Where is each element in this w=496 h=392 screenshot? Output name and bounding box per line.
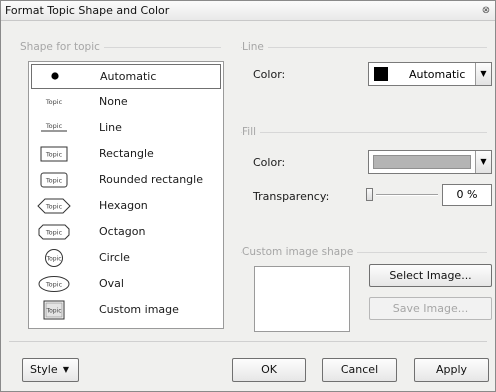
transparency-slider-track[interactable] bbox=[376, 194, 438, 196]
topic-hexagon-icon: Topic bbox=[35, 196, 73, 216]
shape-item-hexagon[interactable]: Topic Hexagon bbox=[31, 194, 221, 219]
shape-label: None bbox=[99, 95, 128, 108]
bullet-dot-icon bbox=[36, 67, 74, 87]
chevron-down-icon[interactable]: ▼ bbox=[475, 63, 491, 85]
fill-color-swatch bbox=[373, 155, 471, 169]
ok-button[interactable]: OK bbox=[232, 358, 306, 382]
shape-item-circle[interactable]: Topic Circle bbox=[31, 246, 221, 271]
svg-text:Topic: Topic bbox=[45, 98, 63, 106]
select-image-button[interactable]: Select Image... bbox=[369, 264, 492, 287]
svg-text:Topic: Topic bbox=[45, 256, 61, 263]
shape-label: Custom image bbox=[99, 303, 179, 316]
topic-underline-icon: Topic bbox=[35, 118, 73, 138]
shape-item-automatic[interactable]: Automatic bbox=[31, 64, 221, 89]
shape-item-line[interactable]: Topic Line bbox=[31, 116, 221, 141]
close-icon[interactable]: ⊗ bbox=[479, 3, 493, 18]
cancel-button[interactable]: Cancel bbox=[322, 358, 397, 382]
svg-text:Topic: Topic bbox=[45, 281, 63, 289]
topic-custom-image-icon: Topic bbox=[35, 300, 73, 320]
shape-label: Rectangle bbox=[99, 147, 154, 160]
fill-color-label: Color: bbox=[253, 156, 286, 169]
chevron-down-icon[interactable]: ▼ bbox=[475, 151, 491, 173]
format-topic-dialog: Format Topic Shape and Color ⊗ Shape for… bbox=[0, 0, 496, 392]
shape-item-rounded-rectangle[interactable]: Topic Rounded rectangle bbox=[31, 168, 221, 193]
shape-label: Line bbox=[99, 121, 122, 134]
title-bar: Format Topic Shape and Color ⊗ bbox=[1, 1, 495, 21]
topic-octagon-icon: Topic bbox=[35, 222, 73, 242]
svg-text:Topic: Topic bbox=[45, 177, 63, 185]
line-color-label: Color: bbox=[253, 68, 286, 81]
topic-circle-icon: Topic bbox=[35, 248, 73, 268]
transparency-label: Transparency: bbox=[253, 190, 330, 203]
style-button[interactable]: Style ▼ bbox=[22, 358, 79, 382]
line-group-divider bbox=[241, 47, 487, 48]
shape-group-label: Shape for topic bbox=[20, 41, 104, 53]
shape-item-none[interactable]: Topic None bbox=[31, 90, 221, 115]
footer-separator bbox=[9, 341, 487, 342]
shape-label: Automatic bbox=[100, 70, 157, 83]
shape-label: Circle bbox=[99, 251, 130, 264]
style-button-label: Style bbox=[30, 363, 58, 376]
transparency-input[interactable]: 0 % bbox=[442, 184, 492, 206]
shape-item-oval[interactable]: Topic Oval bbox=[31, 272, 221, 297]
topic-rectangle-icon: Topic bbox=[35, 144, 73, 164]
dialog-title: Format Topic Shape and Color bbox=[5, 4, 170, 17]
svg-text:Topic: Topic bbox=[45, 122, 63, 130]
topic-rounded-rectangle-icon: Topic bbox=[35, 170, 73, 190]
shape-item-octagon[interactable]: Topic Octagon bbox=[31, 220, 221, 245]
shape-label: Rounded rectangle bbox=[99, 173, 203, 186]
svg-text:Topic: Topic bbox=[45, 229, 63, 237]
shape-label: Oval bbox=[99, 277, 124, 290]
line-group-label: Line bbox=[242, 41, 268, 53]
line-color-value: Automatic bbox=[409, 68, 466, 81]
topic-oval-icon: Topic bbox=[35, 274, 73, 294]
shape-item-custom-image[interactable]: Topic Custom image bbox=[31, 298, 221, 323]
custom-image-preview bbox=[254, 266, 350, 332]
apply-button[interactable]: Apply bbox=[414, 358, 489, 382]
topic-text-icon: Topic bbox=[35, 92, 73, 112]
svg-text:Topic: Topic bbox=[45, 203, 63, 211]
custom-image-group-label: Custom image shape bbox=[242, 246, 358, 258]
chevron-down-icon: ▼ bbox=[62, 365, 69, 374]
shape-label: Hexagon bbox=[99, 199, 148, 212]
fill-color-dropdown[interactable]: ▼ bbox=[368, 150, 492, 174]
shape-item-rectangle[interactable]: Topic Rectangle bbox=[31, 142, 221, 167]
save-image-button[interactable]: Save Image... bbox=[369, 297, 492, 320]
transparency-slider-thumb[interactable] bbox=[366, 188, 373, 201]
shape-label: Octagon bbox=[99, 225, 146, 238]
svg-text:Topic: Topic bbox=[45, 308, 61, 315]
fill-group-divider bbox=[241, 132, 487, 133]
line-color-dropdown[interactable]: Automatic ▼ bbox=[368, 62, 492, 86]
fill-group-label: Fill bbox=[242, 126, 261, 138]
line-color-swatch bbox=[374, 67, 388, 81]
shape-list[interactable]: Automatic Topic None Topic Line Topic Re… bbox=[28, 61, 224, 329]
svg-text:Topic: Topic bbox=[45, 151, 63, 159]
